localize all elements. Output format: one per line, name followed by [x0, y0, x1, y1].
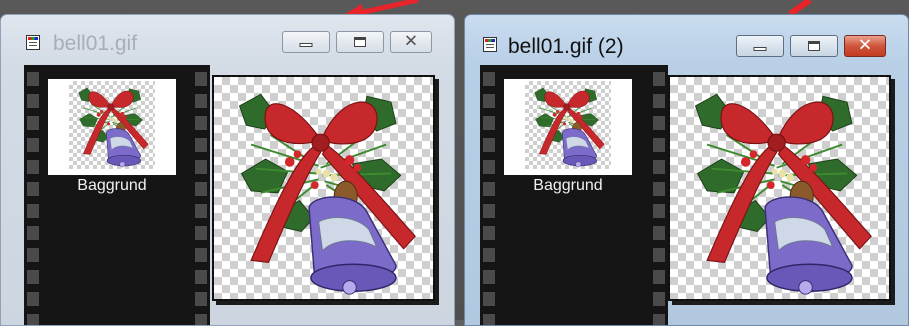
- minimize-icon: [753, 47, 767, 51]
- close-icon: ✕: [857, 35, 873, 56]
- close-button[interactable]: ✕: [844, 35, 886, 57]
- layer-palette[interactable]: Baggrund: [480, 65, 668, 325]
- christmas-bell-image: [78, 87, 149, 168]
- layer-name[interactable]: Baggrund: [504, 177, 632, 195]
- christmas-bell-image: [694, 93, 873, 296]
- window-title: bell01.gif: [53, 32, 138, 55]
- transparency-checkerboard: [670, 77, 889, 299]
- transparency-checkerboard: [525, 81, 611, 169]
- layer-palette[interactable]: Baggrund: [24, 65, 210, 325]
- maximize-button[interactable]: [790, 35, 838, 57]
- christmas-bell-image: [238, 93, 417, 296]
- filmstrip-edge: [24, 65, 42, 325]
- image-window-bell01[interactable]: bell01.gif ✕ Baggrund: [0, 14, 455, 326]
- filmstrip-edge: [192, 65, 210, 325]
- filmstrip-edge: [650, 65, 668, 325]
- minimize-icon: [299, 43, 313, 47]
- maximize-icon: [808, 41, 820, 51]
- transparency-checkerboard: [214, 77, 433, 299]
- layer-thumbnail[interactable]: [504, 79, 632, 175]
- close-icon: ✕: [403, 31, 419, 52]
- image-canvas[interactable]: [668, 75, 891, 301]
- layer-thumbnail[interactable]: [48, 79, 176, 175]
- image-window-bell01-2[interactable]: bell01.gif (2) ✕ Baggrund: [464, 14, 909, 326]
- maximize-button[interactable]: [336, 31, 384, 53]
- layer-name[interactable]: Baggrund: [48, 177, 176, 195]
- image-canvas[interactable]: [212, 75, 435, 301]
- image-file-icon: [26, 35, 40, 50]
- title-bar[interactable]: bell01.gif (2) ✕: [465, 15, 908, 59]
- title-bar[interactable]: bell01.gif ✕: [1, 15, 454, 59]
- minimize-button[interactable]: [736, 35, 784, 57]
- christmas-bell-image: [534, 87, 605, 168]
- window-title: bell01.gif (2): [508, 35, 624, 58]
- maximize-icon: [354, 37, 366, 47]
- close-button[interactable]: ✕: [390, 31, 432, 53]
- minimize-button[interactable]: [282, 31, 330, 53]
- image-file-icon: [483, 37, 497, 52]
- filmstrip-edge: [480, 65, 498, 325]
- transparency-checkerboard: [69, 81, 155, 169]
